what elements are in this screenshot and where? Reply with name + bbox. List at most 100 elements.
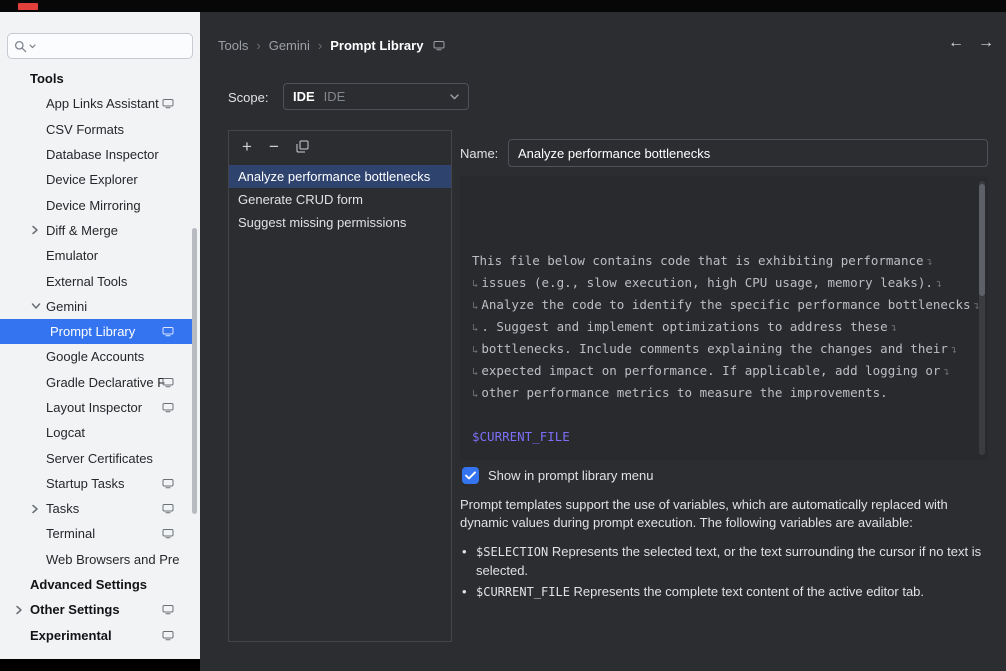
- remove-prompt-button[interactable]: −: [269, 138, 279, 155]
- sidebar-item-label: Tools: [30, 71, 64, 86]
- sidebar-item-label: Server Certificates: [46, 451, 153, 466]
- ide-level-icon: [162, 402, 174, 413]
- window-titlebar: [0, 0, 1006, 12]
- sidebar-scrollbar-thumb[interactable]: [192, 228, 197, 514]
- sidebar-item-tools[interactable]: Tools: [0, 66, 192, 91]
- soft-wrap-icon: ↴: [951, 344, 957, 356]
- forward-button[interactable]: →: [978, 34, 994, 52]
- sidebar-item-label: Tasks: [46, 501, 79, 516]
- android-studio-settings-window: Tools App Links Assistant CSV FormatsDatab…: [0, 0, 1006, 671]
- sidebar-item-label: Logcat: [46, 425, 85, 440]
- sidebar-item-layout-inspector[interactable]: Layout Inspector: [0, 395, 192, 420]
- editor-scrollbar-track[interactable]: [979, 181, 985, 455]
- ide-level-icon: [162, 98, 174, 109]
- prompt-item-generate-crud-form[interactable]: Generate CRUD form: [229, 188, 451, 211]
- sidebar-item-label: Device Mirroring: [46, 198, 141, 213]
- sidebar-item-label: Prompt Library: [50, 324, 135, 339]
- breadcrumb-item-prompt-library[interactable]: Prompt Library: [330, 38, 423, 53]
- prompt-list: Analyze performance bottlenecksGenerate …: [229, 165, 451, 234]
- variable-item-current-file: •$CURRENT_FILE Represents the complete t…: [462, 583, 988, 602]
- breadcrumb-separator: ›: [318, 38, 322, 53]
- sidebar-item-label: Google Accounts: [46, 349, 144, 364]
- chevron-right-icon[interactable]: [15, 605, 23, 615]
- editor-text: expected impact on performance. If appli…: [481, 363, 940, 378]
- ide-level-icon: [162, 478, 174, 489]
- check-icon: [465, 471, 476, 480]
- settings-search[interactable]: [7, 33, 193, 59]
- editor-line: ↳expected impact on performance. If appl…: [472, 360, 976, 382]
- soft-wrap-icon: ↳: [472, 388, 478, 400]
- scope-dropdown[interactable]: IDE IDE: [283, 83, 469, 110]
- bullet-icon: •: [462, 543, 469, 579]
- sidebar-item-app-links-assistant[interactable]: App Links Assistant: [0, 91, 192, 116]
- sidebar-item-label: Diff & Merge: [46, 223, 118, 238]
- settings-content: Tools›Gemini›Prompt Library ← → Scope: I…: [200, 12, 1006, 671]
- sidebar-item-label: Device Explorer: [46, 172, 138, 187]
- sidebar-item-label: Layout Inspector: [46, 400, 142, 415]
- scope-description: IDE: [324, 89, 346, 104]
- sidebar-item-label: Gemini: [46, 299, 87, 314]
- search-history-caret-icon[interactable]: [29, 44, 36, 49]
- prompt-item-suggest-missing-permissions[interactable]: Suggest missing permissions: [229, 211, 451, 234]
- sidebar-item-terminal[interactable]: Terminal: [0, 521, 192, 546]
- sidebar-item-label: Advanced Settings: [30, 577, 147, 592]
- sidebar-item-database-inspector[interactable]: Database Inspector: [0, 142, 192, 167]
- soft-wrap-icon: ↴: [943, 366, 949, 378]
- prompt-name-input[interactable]: [508, 139, 988, 167]
- sidebar-item-label: Terminal: [46, 526, 95, 541]
- ide-level-icon: [162, 326, 174, 337]
- editor-text: This file below contains code that is ex…: [472, 253, 924, 268]
- sidebar-item-csv-formats[interactable]: CSV Formats: [0, 117, 192, 142]
- chevron-down-icon[interactable]: [31, 302, 41, 310]
- sidebar-item-device-mirroring[interactable]: Device Mirroring: [0, 192, 192, 217]
- sidebar-item-gemini[interactable]: Gemini: [0, 294, 192, 319]
- sidebar-item-other-settings[interactable]: Other Settings: [0, 597, 192, 622]
- breadcrumb-item-tools[interactable]: Tools: [218, 38, 248, 53]
- chevron-right-icon[interactable]: [31, 225, 39, 235]
- sidebar-item-startup-tasks[interactable]: Startup Tasks: [0, 471, 192, 496]
- sidebar-item-label: Experimental: [30, 628, 112, 643]
- variable-name: $CURRENT_FILE: [476, 585, 570, 599]
- add-prompt-button[interactable]: +: [242, 138, 252, 155]
- scope-label: Scope:: [228, 90, 268, 105]
- copy-icon: [296, 140, 309, 153]
- editor-line: ↳other performance metrics to measure th…: [472, 382, 976, 404]
- chevron-down-icon: [450, 94, 459, 100]
- sidebar-item-google-accounts[interactable]: Google Accounts: [0, 344, 192, 369]
- chevron-right-icon[interactable]: [31, 504, 39, 514]
- sidebar-item-diff-merge[interactable]: Diff & Merge: [0, 218, 192, 243]
- back-button[interactable]: ←: [948, 34, 964, 52]
- scope-value: IDE: [293, 89, 315, 104]
- show-in-menu-label[interactable]: Show in prompt library menu: [488, 468, 653, 483]
- editor-text: Analyze the code to identify the specifi…: [481, 297, 970, 312]
- sidebar-item-tasks[interactable]: Tasks: [0, 496, 192, 521]
- sidebar-item-emulator[interactable]: Emulator: [0, 243, 192, 268]
- soft-wrap-icon: ↳: [472, 366, 478, 378]
- sidebar-item-prompt-library[interactable]: Prompt Library: [0, 319, 192, 344]
- show-in-menu-checkbox[interactable]: [462, 467, 479, 484]
- sidebar-item-label: Web Browsers and Pre: [46, 552, 179, 567]
- duplicate-prompt-button[interactable]: [296, 140, 309, 153]
- editor-scrollbar-thumb[interactable]: [979, 184, 985, 296]
- editor-line: [472, 404, 976, 426]
- editor-text: bottlenecks. Include comments explaining…: [481, 341, 948, 356]
- variable-item-selection: •$SELECTION Represents the selected text…: [462, 543, 988, 579]
- breadcrumb-item-gemini[interactable]: Gemini: [269, 38, 310, 53]
- sidebar-item-device-explorer[interactable]: Device Explorer: [0, 167, 192, 192]
- prompt-list-panel: + − Analyze performance bottlenecksGener…: [228, 130, 452, 642]
- sidebar-item-advanced-settings[interactable]: Advanced Settings: [0, 572, 192, 597]
- prompt-item-analyze-performance-bottlenecks[interactable]: Analyze performance bottlenecks: [229, 165, 451, 188]
- sidebar-item-web-browsers-and-pre[interactable]: Web Browsers and Pre: [0, 547, 192, 572]
- sidebar-item-label: External Tools: [46, 274, 127, 289]
- sidebar-item-label: App Links Assistant: [46, 96, 159, 111]
- sidebar-item-external-tools[interactable]: External Tools: [0, 268, 192, 293]
- prompt-editor[interactable]: This file below contains code that is ex…: [460, 176, 988, 460]
- variables-description: Prompt templates support the use of vari…: [460, 496, 984, 531]
- sidebar-item-experimental[interactable]: Experimental: [0, 623, 192, 648]
- search-input[interactable]: [40, 38, 186, 55]
- sidebar-item-gradle-declarative-f[interactable]: Gradle Declarative F: [0, 370, 192, 395]
- soft-wrap-icon: ↴: [927, 256, 933, 268]
- sidebar-item-server-certificates[interactable]: Server Certificates: [0, 445, 192, 470]
- editor-line: ↳Analyze the code to identify the specif…: [472, 294, 976, 316]
- sidebar-item-logcat[interactable]: Logcat: [0, 420, 192, 445]
